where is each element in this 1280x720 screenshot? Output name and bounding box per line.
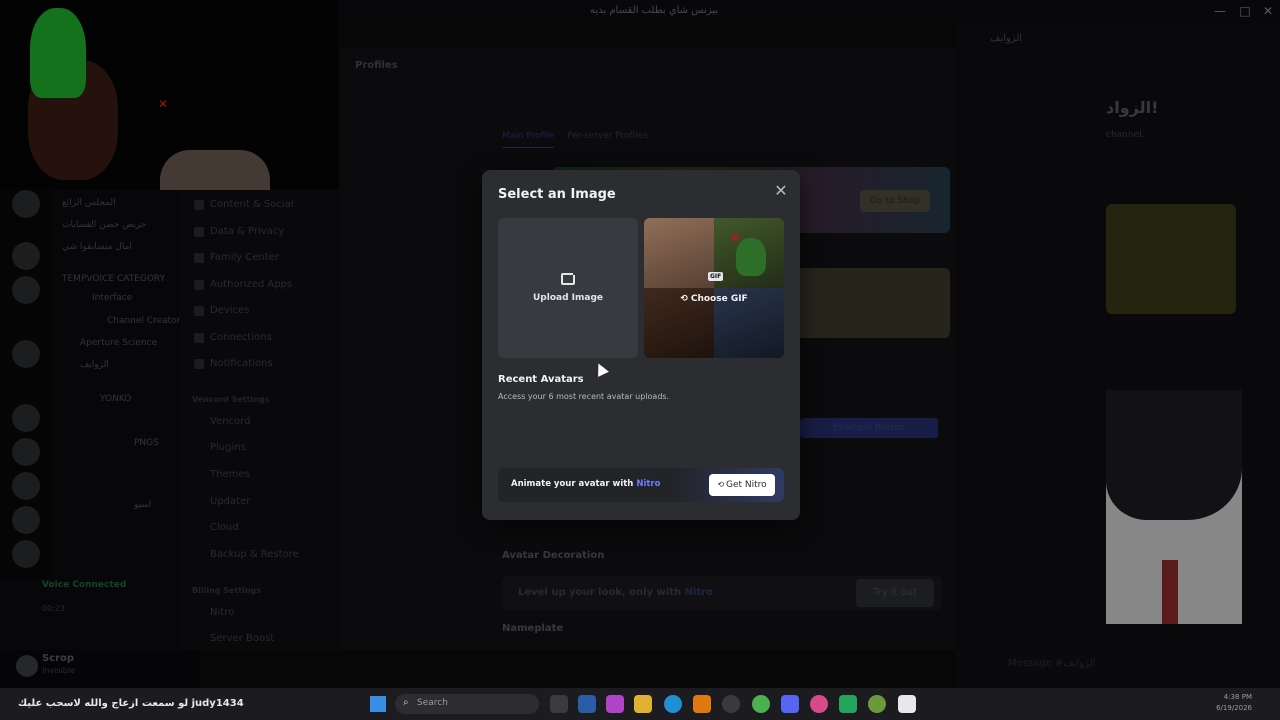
search-input[interactable]: Search: [417, 698, 448, 708]
obs-icon[interactable]: [722, 695, 740, 713]
task-view-icon[interactable]: [550, 695, 568, 713]
select-image-modal: Select an Image ✕ Upload Image ♥ GIF ⟲ Ch…: [482, 170, 800, 520]
app-icon[interactable]: [839, 695, 857, 713]
taskbar-search[interactable]: ⌕ Search: [395, 694, 539, 714]
promo-text: Animate your avatar with Nitro: [511, 479, 661, 489]
nitro-promo-banner: Animate your avatar with Nitro ⟲ Get Nitr…: [498, 468, 784, 502]
close-icon[interactable]: ✕: [772, 182, 790, 200]
chrome-profile-icon[interactable]: [868, 695, 886, 713]
upload-image-button[interactable]: Upload Image: [498, 218, 638, 358]
gif-icon: ⟲: [680, 294, 688, 304]
screen: بيزنس شاي بطلب القسام بديه — □ ✕ ✕ المجل…: [0, 0, 1280, 720]
edge-icon[interactable]: [664, 695, 682, 713]
recent-avatars-heading: Recent Avatars: [498, 374, 584, 385]
chrome-icon[interactable]: [752, 695, 770, 713]
clock-time: 4:38 PM: [1223, 693, 1252, 701]
stream-ticker: لو سمعت ازعاج والله لاسحب عليك judy1434: [18, 698, 244, 709]
chrome-profile-icon[interactable]: [810, 695, 828, 713]
search-icon: ⌕: [403, 697, 409, 708]
choose-gif-label: ⟲ Choose GIF: [680, 294, 748, 304]
recent-avatars-description: Access your 6 most recent avatar uploads…: [498, 392, 670, 401]
store-icon[interactable]: [578, 695, 596, 713]
start-icon[interactable]: [370, 696, 386, 712]
system-clock[interactable]: 4:38 PM 6/19/2026: [1212, 692, 1252, 714]
image-add-icon: [561, 269, 579, 285]
taskbar: لو سمعت ازعاج والله لاسحب عليك judy1434 …: [0, 688, 1280, 720]
copilot-icon[interactable]: [606, 695, 624, 713]
choose-gif-button[interactable]: ♥ GIF ⟲ Choose GIF: [644, 218, 784, 358]
nitro-link[interactable]: Nitro: [636, 479, 660, 489]
get-nitro-button[interactable]: ⟲ Get Nitro: [709, 474, 775, 496]
app-icon[interactable]: [898, 695, 916, 713]
vlc-icon[interactable]: [693, 695, 711, 713]
modal-title: Select an Image: [498, 187, 616, 202]
discord-icon[interactable]: [781, 695, 799, 713]
gif-badge: GIF: [708, 272, 724, 281]
clock-date: 6/19/2026: [1216, 704, 1252, 712]
upload-image-label: Upload Image: [532, 293, 603, 303]
gif-shade: [644, 218, 784, 358]
explorer-icon[interactable]: [634, 695, 652, 713]
nitro-icon: ⟲: [717, 480, 725, 489]
